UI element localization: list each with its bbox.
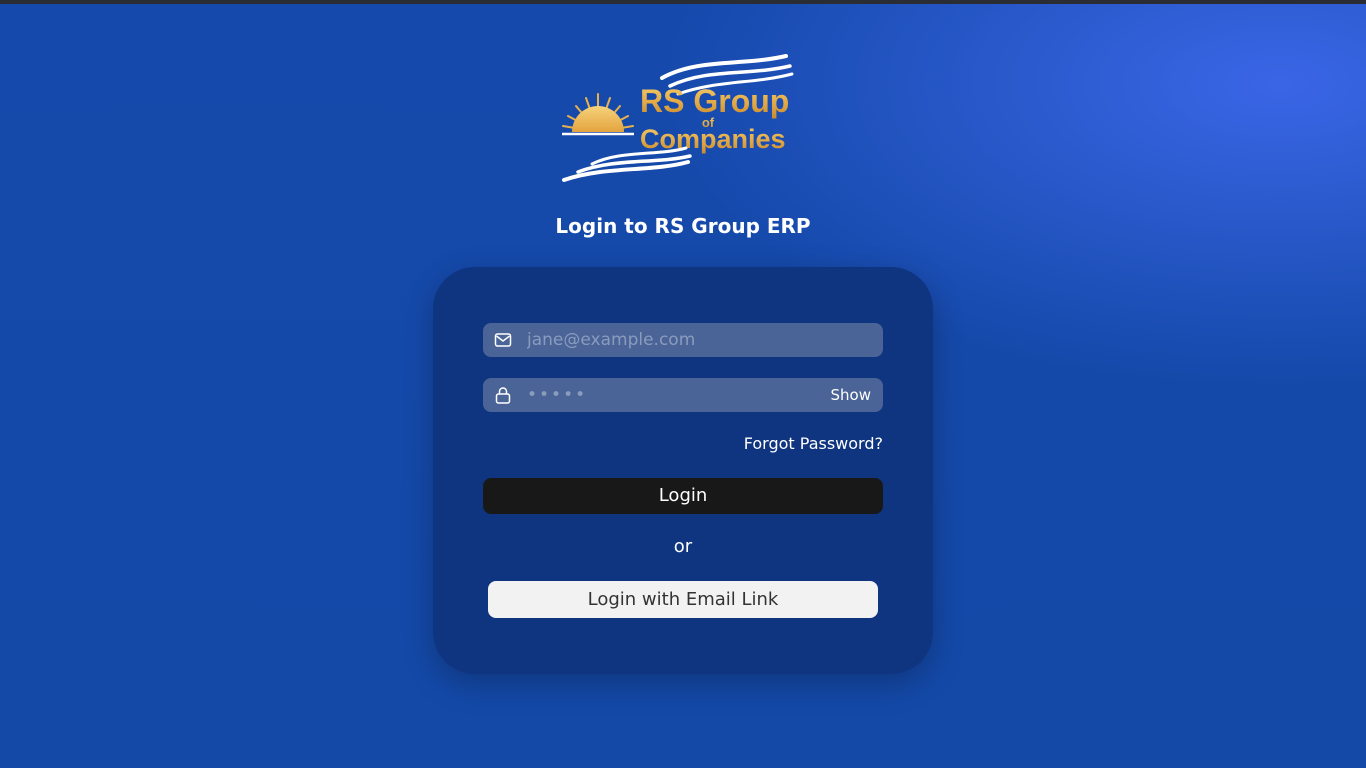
lock-icon: [495, 387, 511, 404]
email-field[interactable]: [483, 323, 883, 357]
login-button[interactable]: Login: [483, 478, 883, 514]
sun-icon: [560, 93, 636, 136]
mail-icon: [494, 333, 512, 347]
login-card: Show Forgot Password? Login or Login wit…: [433, 267, 933, 674]
password-field[interactable]: Show: [483, 378, 883, 412]
logo-wordmark-line3: Companies: [640, 124, 786, 154]
show-password-toggle[interactable]: Show: [831, 378, 871, 412]
logo-wordmark-line1: RS Group: [640, 83, 789, 119]
email-input[interactable]: [527, 323, 817, 357]
forgot-password-link[interactable]: Forgot Password?: [744, 433, 883, 455]
company-logo: RS Group of Companies: [560, 54, 794, 182]
email-link-login-button[interactable]: Login with Email Link: [488, 581, 878, 618]
or-divider: or: [673, 536, 693, 557]
password-input[interactable]: [527, 378, 817, 412]
page-title: Login to RS Group ERP: [555, 214, 811, 238]
